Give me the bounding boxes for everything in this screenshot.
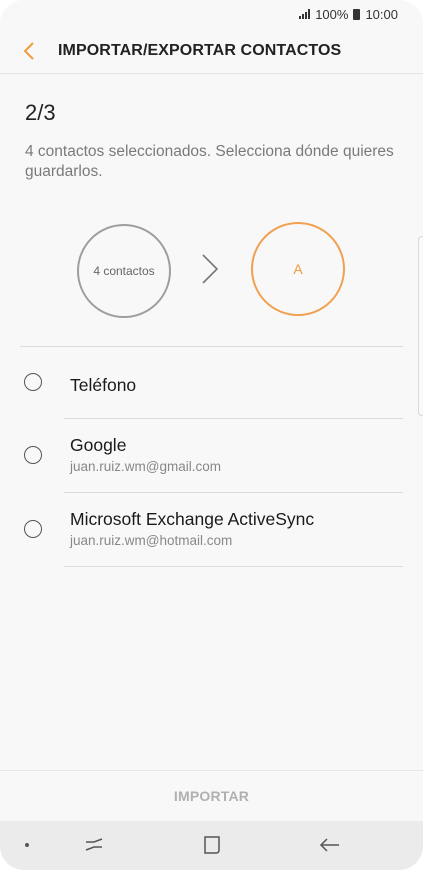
divider — [64, 566, 403, 567]
recent-apps-icon[interactable] — [82, 833, 106, 857]
destination-circle: A — [251, 222, 345, 316]
dot-icon[interactable] — [25, 843, 29, 847]
option-title: Google — [70, 435, 127, 455]
option-title: Teléfono — [70, 375, 137, 395]
status-bar: 100% 10:00 — [0, 0, 423, 28]
import-button[interactable]: IMPORTAR — [0, 771, 423, 821]
radio-button[interactable] — [24, 373, 42, 391]
option-title: Microsoft Exchange ActiveSync — [70, 509, 315, 529]
transfer-diagram: 4 contactos A — [0, 222, 423, 318]
screen: 100% 10:00 IMPORTAR/EXPORTAR CONTACTOS 2… — [0, 0, 423, 870]
radio-button[interactable] — [24, 446, 42, 464]
signal-icon — [299, 9, 311, 19]
option-subtitle: juan.ruiz.wm@gmail.com — [70, 459, 221, 474]
back-arrow-icon[interactable] — [318, 833, 342, 857]
clock: 10:00 — [365, 6, 398, 22]
description-text: 4 contactos seleccionados. Selecciona dó… — [25, 143, 394, 180]
option-google[interactable]: Google juan.ruiz.wm@gmail.com — [0, 419, 423, 493]
option-telefono[interactable]: Teléfono — [0, 347, 423, 419]
app-bar: IMPORTAR/EXPORTAR CONTACTOS — [0, 28, 423, 73]
home-icon[interactable] — [200, 833, 224, 857]
divider — [0, 73, 423, 74]
battery-percent: 100% — [315, 6, 349, 22]
page-title: IMPORTAR/EXPORTAR CONTACTOS — [58, 41, 342, 59]
source-circle: 4 contactos — [77, 224, 171, 318]
step-indicator: 2/3 — [25, 100, 56, 125]
radio-button[interactable] — [24, 520, 42, 538]
battery-icon — [353, 8, 361, 20]
navigation-bar — [0, 821, 423, 870]
chevron-left-icon — [23, 41, 34, 60]
storage-options-list: Teléfono Google juan.ruiz.wm@gmail.com M… — [0, 347, 423, 567]
option-subtitle: juan.ruiz.wm@hotmail.com — [70, 533, 233, 548]
option-exchange[interactable]: Microsoft Exchange ActiveSync juan.ruiz.… — [0, 493, 423, 567]
chevron-right-icon — [202, 254, 219, 284]
back-button[interactable] — [18, 40, 40, 62]
